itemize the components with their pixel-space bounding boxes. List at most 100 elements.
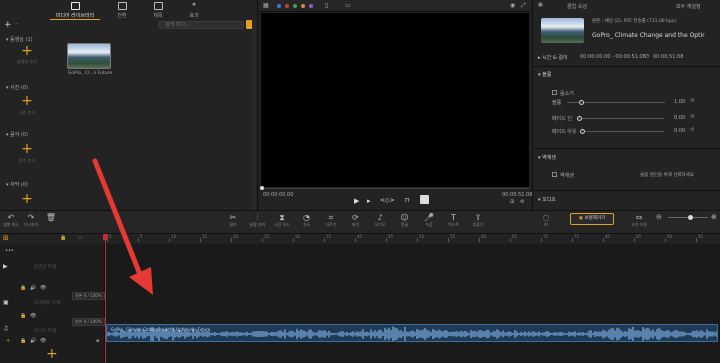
color-dot-green[interactable] [293,4,297,8]
grid-icon[interactable]: ▦ [263,2,269,9]
eye-icon[interactable]: 👁 [40,285,46,291]
text-tool-button[interactable]: T 텍스트 [443,213,465,228]
zoom-out-icon[interactable]: ⊖ [656,213,662,221]
add-media-button[interactable]: + [4,20,12,30]
scissors-tool-button[interactable]: ✂ 잘라 [222,213,244,228]
color-dot-blue[interactable] [277,4,281,8]
scrubber-handle[interactable] [260,186,264,190]
face-icon: ☺ [400,213,409,222]
file-info: 원본 : 채널 (2), 비트 전송률 (711.00 kpx) [592,19,676,24]
clock-icon: ◷ [645,53,650,59]
timeline-ruler[interactable] [105,234,720,244]
add-music-button[interactable]: + [21,142,33,156]
tab-title[interactable]: 제목 [138,2,178,19]
add-track-plus-icon[interactable]: + [46,346,58,362]
ratio-icon[interactable]: ▭ [345,2,351,9]
media-thumbnail[interactable] [67,43,111,69]
play-next-icon[interactable]: ▸ [367,197,371,205]
audio-tool-button[interactable]: ♪ 오디오 [369,213,391,228]
left-scrollbar[interactable] [252,20,256,210]
section-subtitle-header[interactable]: ▾ 자막 (0) [6,181,28,188]
add-subtitle-button[interactable]: + [21,192,33,206]
add-audio-icon[interactable]: + [6,338,10,344]
video-canvas[interactable] [261,13,529,187]
color-dot-red[interactable] [285,4,289,8]
extract-tool-button[interactable]: ⇪ 추출기 [467,213,489,228]
tab-effects[interactable]: ✸ 효과 [174,2,214,19]
track-menu-icon[interactable]: ••• [5,248,14,254]
undo-button[interactable]: ↶ 실행 취소 [0,213,22,228]
volume-icon[interactable]: 🔊 [30,338,36,344]
settings-small-icon[interactable]: ⚙ [520,199,524,205]
add-video-button[interactable]: + [21,44,33,58]
zoom-in-icon[interactable]: ⊕ [711,213,717,221]
more-icon[interactable]: ⋯ [14,21,19,27]
color-dot-orange[interactable] [301,4,305,8]
lock-icon[interactable]: 🔒 [20,313,26,319]
fadeout-slider-handle[interactable] [580,128,585,134]
fadein-slider[interactable] [578,118,664,119]
section-video-header[interactable]: ▾ 동영상 (1) [6,36,33,43]
redo-button[interactable]: ↷ 다시하기 [20,213,42,228]
add-track-icon[interactable]: ⊞ [3,234,9,242]
reset-all-button[interactable]: 모두 재설정 [676,3,701,10]
panel-toggle-icon[interactable]: ▣ [538,2,543,8]
reset-icon[interactable]: ↺ [690,114,694,120]
tab-transition[interactable]: 전환 [102,2,142,19]
tab-media-library[interactable]: 미디어 라이브러리 [55,2,95,19]
fit-button[interactable]: ⇔ 크기 조절 [628,213,650,228]
volume-slider-handle[interactable] [578,99,584,105]
ruler-tick [293,238,294,242]
fadein-slider-handle[interactable] [577,115,582,121]
split-tool-button[interactable]: ⫶ 분할 분리 [247,213,269,228]
visibility-all-icon[interactable]: ▭ [78,235,83,241]
section-photo-header[interactable]: ▾ 사진 (0) [6,84,28,91]
split-view-icon[interactable]: ▯ [325,2,328,9]
ai-button[interactable]: ◌ AI [535,213,557,227]
ruler-tick [169,238,170,242]
add-photo-button[interactable]: + [21,94,33,108]
duration-header[interactable]: ▸ 시간 & 길이 [538,54,568,61]
snapshot-icon[interactable]: ◉ [510,2,515,9]
snapshot-button[interactable] [420,195,429,204]
reset-icon[interactable]: ↺ [690,98,694,104]
vocal-remover-button[interactable]: ▣ 보컬제거기 [570,213,614,225]
fullscreen-icon[interactable]: ⊞ [510,199,514,205]
mute-checkbox[interactable] [552,90,557,95]
ruler-tick [107,238,108,242]
preview-scrubber[interactable] [261,188,529,189]
face-tool-button[interactable]: ☺ 얼굴 [394,213,416,228]
prev-frame-icon[interactable]: <◇> [380,197,395,204]
track-area[interactable] [105,244,720,363]
reset-icon[interactable]: ↺ [690,127,694,133]
expand-icon[interactable]: ⤢ [521,2,526,10]
lock-all-icon[interactable]: 🔒 [60,235,66,241]
add-video-caption: 동영상 추가 [17,59,37,64]
reverse-section-header[interactable]: ▾ 역재생 [538,154,556,161]
fadeout-slider[interactable] [581,131,664,132]
color-dot-purple[interactable] [309,4,313,8]
ruler-label: 75 [574,234,580,239]
rotate-tool-button[interactable]: ⟳ 회전 [345,213,367,228]
trash-icon[interactable]: ▪ [96,338,99,344]
divider [532,148,720,149]
section-music-header[interactable]: ▾ 음악 (0) [6,131,28,138]
eye-icon[interactable]: 👁 [40,338,46,344]
play-icon[interactable]: ▶ [354,197,359,205]
lock-icon[interactable]: 🔒 [20,338,26,344]
volume-icon[interactable]: 🔊 [30,285,36,291]
mic-tool-button[interactable]: 🎤 녹음 [418,213,440,228]
marker-icon[interactable]: ⊓ [405,197,410,204]
crop-tool-button[interactable]: ⌗ 자르기 [320,213,342,228]
time-mode-tool-button[interactable]: ⧗ 시간 모드 [271,213,293,228]
eye-icon[interactable]: 👁 [30,313,36,319]
zoom-slider-handle[interactable] [688,215,693,220]
lock-icon[interactable]: 🔒 [20,285,26,291]
reverse-checkbox[interactable] [552,172,557,177]
delete-button[interactable]: 🗑 [40,213,62,222]
search-input[interactable]: 검색 미디... [158,21,244,29]
audio-clip[interactable]: GoPro_ Climate Change and the Optimistic… [106,324,718,342]
speed-tool-button[interactable]: ◔ 속도 [296,213,318,228]
volume-section-header[interactable]: ▾ 볼륨 [538,71,551,78]
audio-section-header[interactable]: ▾ 오디오 [538,196,556,203]
